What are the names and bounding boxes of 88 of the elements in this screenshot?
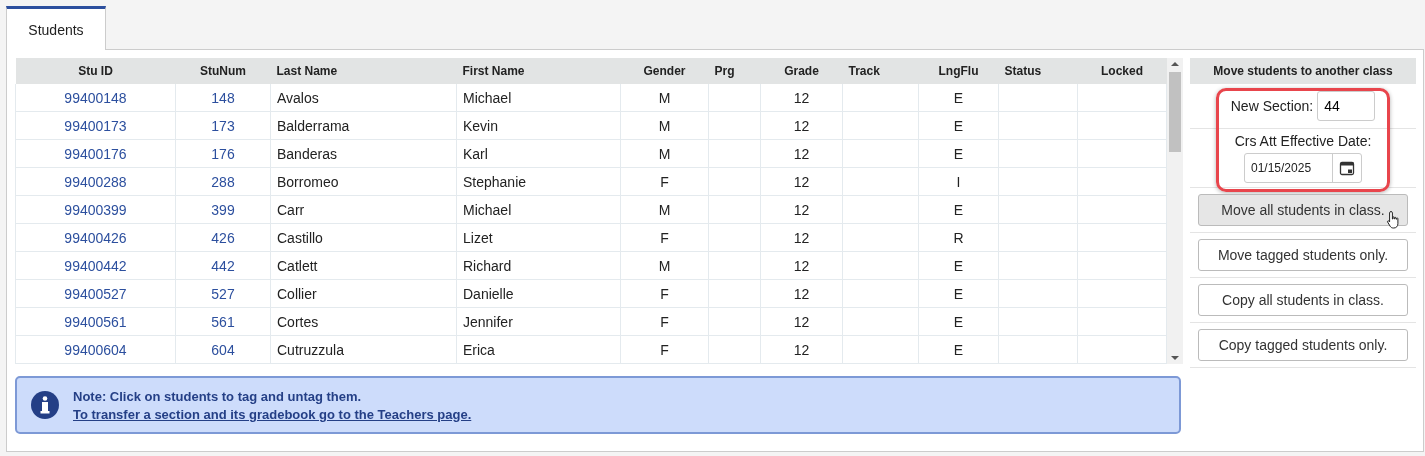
table-cell: Lizet: [463, 229, 493, 246]
scrollbar-thumb[interactable]: [1169, 72, 1181, 152]
action-button[interactable]: Move all students in class.: [1198, 194, 1408, 226]
table-cell: 12: [793, 201, 810, 218]
table-cell[interactable]: 288: [211, 173, 235, 190]
teachers-page-link[interactable]: To transfer a section and its gradebook go to the Teachers page.: [73, 406, 472, 422]
table-cell: E: [953, 145, 964, 162]
column-header: Track: [842, 58, 919, 84]
table-cell: 12: [793, 341, 810, 358]
table-cell: I: [956, 173, 961, 190]
hand-cursor-icon: [1386, 210, 1402, 230]
field-label: Crs Att Effective Date:: [1234, 133, 1372, 149]
table-cell: E: [953, 201, 964, 218]
tab[interactable]: Students: [6, 6, 106, 50]
table-cell: Catlett: [277, 257, 318, 274]
column-header: Stu ID: [15, 58, 176, 84]
table-cell[interactable]: 561: [211, 313, 235, 330]
table-cell: 12: [793, 313, 810, 330]
action-button[interactable]: Move tagged students only.: [1198, 239, 1408, 271]
table-cell: E: [953, 89, 964, 106]
table-cell[interactable]: 604: [211, 341, 235, 358]
table-cell: Michael: [463, 89, 512, 106]
table-cell: Banderas: [277, 145, 337, 162]
table-cell: F: [660, 313, 669, 330]
table-cell[interactable]: 527: [211, 285, 235, 302]
table-cell: 12: [793, 173, 810, 190]
table-cell[interactable]: 442: [211, 257, 235, 274]
column-header: Status: [998, 58, 1078, 84]
table-cell: Balderrama: [277, 117, 350, 134]
action-button[interactable]: Copy all students in class.: [1198, 284, 1408, 316]
table-cell: Kevin: [463, 117, 499, 134]
new-section-field[interactable]: 44: [1317, 91, 1376, 121]
table-cell: Carr: [277, 201, 305, 218]
column-header: Grade: [760, 58, 843, 84]
table-cell: F: [660, 341, 669, 358]
scrollbar[interactable]: [1167, 58, 1183, 364]
table-cell: Castillo: [277, 229, 323, 246]
table-cell: 12: [793, 89, 810, 106]
column-header: Locked: [1077, 58, 1167, 84]
table-cell: Danielle: [463, 285, 514, 302]
table-cell[interactable]: 399: [211, 201, 235, 218]
table-cell: Erica: [463, 341, 495, 358]
table-cell: M: [658, 89, 671, 106]
table-cell: M: [658, 201, 671, 218]
column-header: First Name: [456, 58, 621, 84]
table-cell[interactable]: 176: [211, 145, 235, 162]
table-cell: Cortes: [277, 313, 319, 330]
action-button[interactable]: Copy tagged students only.: [1198, 329, 1408, 361]
column-header: LngFlu: [918, 58, 999, 84]
table-cell: 12: [793, 257, 810, 274]
column-header: Last Name: [270, 58, 457, 84]
table-cell: Karl: [463, 145, 488, 162]
table-cell: E: [953, 341, 964, 358]
table-cell: M: [658, 257, 671, 274]
column-header: Gender: [620, 58, 709, 84]
date-field[interactable]: 01/15/2025: [1244, 153, 1362, 183]
table-cell: E: [953, 257, 964, 274]
table-cell: Stephanie: [463, 173, 527, 190]
panel-title: Move students to another class: [1190, 58, 1416, 84]
table-cell: E: [953, 313, 964, 330]
table-cell: Richard: [463, 257, 512, 274]
calendar-icon[interactable]: [1339, 160, 1356, 176]
table-cell: 12: [793, 229, 810, 246]
table-cell: F: [660, 229, 669, 246]
table-cell: M: [658, 117, 671, 134]
field-label: New Section:: [1230, 98, 1314, 114]
table-cell: F: [660, 173, 669, 190]
table-cell: 12: [793, 285, 810, 302]
table-cell: Cutruzzula: [277, 341, 344, 358]
column-header: StuNum: [175, 58, 271, 84]
table-cell: E: [953, 285, 964, 302]
table-cell: 12: [793, 117, 810, 134]
table-cell[interactable]: 173: [211, 117, 235, 134]
table-cell[interactable]: 426: [211, 229, 235, 246]
table-cell[interactable]: 148: [211, 89, 235, 106]
table-cell: Collier: [277, 285, 317, 302]
table-cell: E: [953, 117, 964, 134]
table-cell: R: [953, 229, 964, 246]
table-cell: Michael: [463, 201, 512, 218]
table-cell: Borromeo: [277, 173, 339, 190]
table-cell: F: [660, 285, 669, 302]
table-cell: Jennifer: [463, 313, 513, 330]
table-cell: 12: [793, 145, 810, 162]
table-cell: Avalos: [277, 89, 319, 106]
note-text: Note: Click on students to tag and untag them.: [73, 388, 363, 404]
column-header: Prg: [708, 58, 761, 84]
table-cell: M: [658, 145, 671, 162]
info-icon: [31, 391, 59, 419]
